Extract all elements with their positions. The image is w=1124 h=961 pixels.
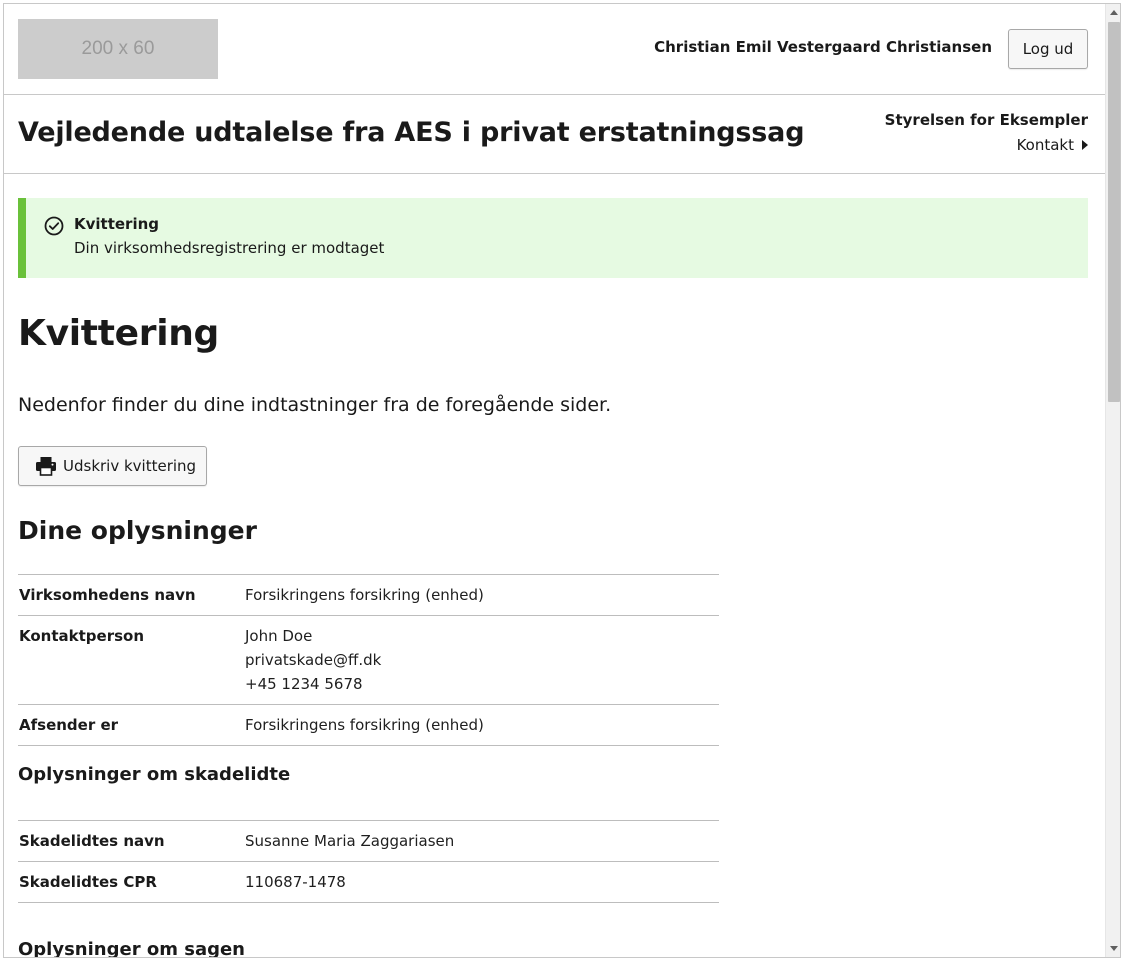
print-button-label: Udskriv kvittering [63,457,197,475]
authority-name: Styrelsen for Eksempler [884,111,1088,129]
row-value: Susanne Maria Zaggariasen [244,820,719,862]
table-row: Virksomhedens navn Forsikringens forsikr… [18,574,719,616]
scroll-down-arrow-icon[interactable] [1110,946,1118,951]
alert-text: Din virksomhedsregistrering er modtaget [74,239,385,257]
row-value: John Doe privatskade@ff.dk +45 1234 5678 [244,615,719,705]
logo-placeholder: 200 x 60 [18,19,218,79]
contact-link-label: Kontakt [1016,136,1074,154]
table-row: Afsender er Forsikringens forsikring (en… [18,704,719,746]
table-row: Skadelidtes navn Susanne Maria Zaggarias… [18,820,719,862]
site-header: 200 x 60 Christian Emil Vestergaard Chri… [4,4,1105,95]
success-alert: Kvittering Din virksomhedsregistrering e… [18,198,1088,278]
scroll-up-arrow-icon[interactable] [1110,10,1118,15]
table-row: Skadelidtes CPR 110687-1478 [18,861,719,903]
page-heading: Kvittering [18,313,220,354]
title-bar: Vejledende udtalelse fra AES i privat er… [4,95,1105,174]
vertical-scrollbar[interactable] [1105,4,1120,957]
row-key: Skadelidtes navn [18,820,244,862]
user-name: Christian Emil Vestergaard Christiansen [654,38,992,56]
print-icon [36,457,56,476]
row-key: Virksomhedens navn [18,574,244,616]
row-key: Afsender er [18,704,244,746]
print-receipt-button[interactable]: Udskriv kvittering [18,446,207,486]
caret-right-icon [1082,140,1088,150]
info-table-skadelidte: Skadelidtes navn Susanne Maria Zaggarias… [18,820,719,903]
row-value: Forsikringens forsikring (enhed) [244,574,719,616]
row-value: 110687-1478 [244,861,719,903]
check-circle-icon [44,216,64,236]
row-key: Skadelidtes CPR [18,861,244,903]
browser-frame: 200 x 60 Christian Emil Vestergaard Chri… [3,3,1121,958]
scrollbar-thumb[interactable] [1108,22,1120,402]
info-table-dine-oplysninger: Virksomhedens navn Forsikringens forsikr… [18,574,719,746]
alert-title: Kvittering [74,215,160,233]
section-heading-sagen: Oplysninger om sagen [18,939,245,957]
page-viewport: 200 x 60 Christian Emil Vestergaard Chri… [4,4,1105,957]
table-row: Kontaktperson John Doe privatskade@ff.dk… [18,615,719,705]
row-value: Forsikringens forsikring (enhed) [244,704,719,746]
service-title: Vejledende udtalelse fra AES i privat er… [18,117,805,148]
section-heading-dine-oplysninger: Dine oplysninger [18,516,257,545]
intro-text: Nedenfor finder du dine indtastninger fr… [18,394,612,416]
row-key: Kontaktperson [18,615,244,705]
contact-link[interactable]: Kontakt [1017,136,1088,154]
section-heading-skadelidte: Oplysninger om skadelidte [18,764,291,785]
logout-button[interactable]: Log ud [1008,29,1088,69]
